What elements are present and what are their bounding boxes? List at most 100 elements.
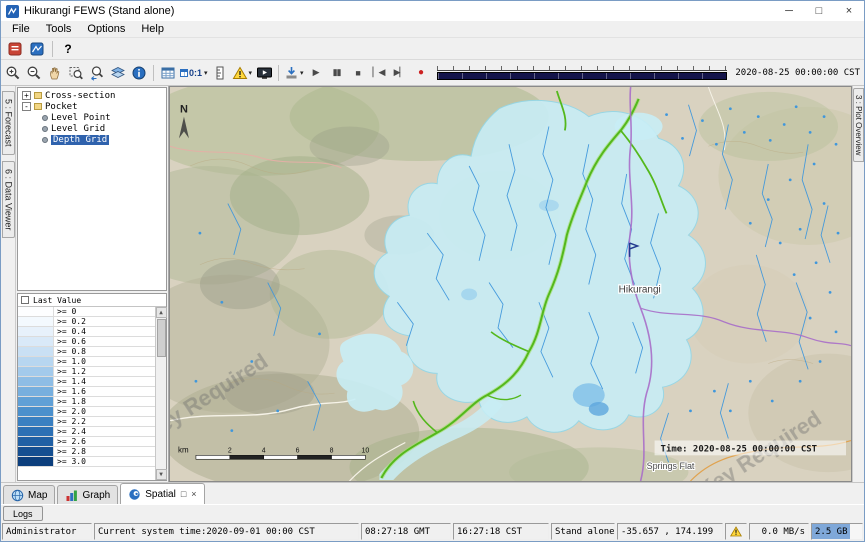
- warning-icon: [730, 526, 742, 537]
- expander-icon[interactable]: -: [22, 102, 31, 111]
- stop-icon: ■: [355, 68, 359, 78]
- legend-panel: Last Value >= 0 >= 0.2 >= 0.4 >= 0.6 >= …: [17, 293, 167, 481]
- zoom-extent-button[interactable]: [66, 63, 86, 83]
- menu-help[interactable]: Help: [133, 22, 172, 36]
- legend-label: >= 1.6: [54, 387, 86, 396]
- tab-data-viewer[interactable]: 6 : Data Viewer: [2, 161, 15, 238]
- datastore-icon: [7, 41, 23, 57]
- tab-spatial[interactable]: Spatial □ ×: [120, 483, 204, 504]
- last-value-checkbox[interactable]: [21, 296, 29, 304]
- tree-item-level-point[interactable]: Level Point: [18, 112, 166, 123]
- info-icon: [131, 65, 147, 81]
- first-step-button[interactable]: ▏◀: [369, 63, 389, 83]
- bottom-tabstrip: Map Graph Spatial □ ×: [1, 482, 864, 504]
- legend-label: >= 0.2: [54, 317, 86, 326]
- legend-swatch: [18, 367, 54, 376]
- last-step-button[interactable]: ▶▏: [390, 63, 410, 83]
- chevron-down-icon: ▾: [300, 69, 304, 77]
- tree-item-depth-grid[interactable]: Depth Grid: [18, 134, 166, 145]
- status-cst-time: 16:27:18 CST: [453, 523, 549, 540]
- pan-button[interactable]: [45, 63, 65, 83]
- map-time-label: Time: 2020-08-25 00:00:00 CST: [655, 441, 846, 456]
- scroll-thumb[interactable]: [157, 319, 166, 357]
- aggregation-value: 0:1: [189, 68, 202, 78]
- legend-row: >= 1.6: [18, 387, 155, 397]
- timeline-slider[interactable]: [437, 65, 728, 81]
- warnings-dropdown[interactable]: ▾: [231, 63, 254, 83]
- close-button[interactable]: ×: [834, 1, 864, 21]
- record-button[interactable]: ●: [411, 63, 431, 83]
- zoom-previous-button[interactable]: [87, 63, 107, 83]
- legend-swatch: [18, 327, 54, 336]
- scroll-down-icon[interactable]: ▼: [156, 469, 167, 480]
- tab-map[interactable]: Map: [3, 485, 55, 504]
- map-display-button[interactable]: [27, 39, 47, 59]
- tab-restore-icon[interactable]: □: [181, 489, 186, 499]
- menu-tools[interactable]: Tools: [38, 22, 80, 36]
- expander-icon[interactable]: +: [22, 91, 31, 100]
- record-icon: ●: [418, 67, 423, 78]
- toolbar-datetime: 2020-08-25 00:00:00 CST: [733, 68, 862, 78]
- status-memory: 2.5 GB: [811, 523, 863, 540]
- scale-tick: 10: [362, 447, 370, 454]
- info-button[interactable]: [129, 63, 149, 83]
- legend-row: >= 0.6: [18, 337, 155, 347]
- grid-display-button[interactable]: [158, 63, 178, 83]
- folder-icon: [34, 92, 42, 99]
- map-canvas[interactable]: API Key Required API Key Required N Hiku…: [170, 87, 851, 481]
- animation-screen-icon: [256, 65, 273, 81]
- legend-label: >= 2.0: [54, 407, 86, 416]
- node-dot-icon: [42, 126, 48, 132]
- folder-icon: [34, 103, 42, 110]
- status-gmt-time: 08:27:18 GMT: [361, 523, 451, 540]
- layers-button[interactable]: [108, 63, 128, 83]
- tab-close-icon[interactable]: ×: [191, 489, 196, 499]
- status-network-speed: 0.0 MB/s: [749, 523, 809, 540]
- menu-options[interactable]: Options: [79, 22, 133, 36]
- play-button[interactable]: ▶: [306, 63, 326, 83]
- scale-tick: 2: [228, 447, 232, 454]
- legend-label: >= 2.2: [54, 417, 86, 426]
- animation-display-button[interactable]: [254, 63, 274, 83]
- maximize-button[interactable]: □: [804, 1, 834, 21]
- app-window: Hikurangi FEWS (Stand alone) ─ □ × File …: [0, 0, 865, 542]
- pause-button[interactable]: ▮▮: [327, 63, 347, 83]
- tab-plot-overview[interactable]: 3 : Plot Overview: [853, 88, 864, 162]
- tree-label: Cross-section: [45, 91, 115, 101]
- stop-button[interactable]: ■: [348, 63, 368, 83]
- zoom-in-button[interactable]: [3, 63, 23, 83]
- zoom-extent-icon: [68, 65, 84, 81]
- help-button[interactable]: ?: [58, 39, 78, 59]
- export-dropdown[interactable]: ▾: [283, 63, 305, 83]
- tree-item-level-grid[interactable]: Level Grid: [18, 123, 166, 134]
- logs-button[interactable]: Logs: [3, 506, 43, 521]
- tab-forecast[interactable]: 5 : Forecast: [2, 91, 15, 155]
- aggregation-dropdown[interactable]: 0:1 ▾: [179, 63, 209, 83]
- legend-swatch: [18, 317, 54, 326]
- town-label-hikurangi: Hikurangi: [619, 284, 661, 295]
- timeline-bar[interactable]: [437, 72, 728, 80]
- aggregation-grid-icon: [180, 69, 188, 77]
- datastore-button[interactable]: [5, 39, 25, 59]
- legend-header: Last Value: [18, 294, 166, 307]
- tree-item-pocket[interactable]: - Pocket: [18, 101, 166, 112]
- scale-tick: 4: [262, 447, 266, 454]
- tree-label: Level Grid: [51, 124, 105, 134]
- status-coordinates: -35.657 , 174.199: [617, 523, 723, 540]
- menubar: File Tools Options Help: [1, 21, 864, 38]
- menu-file[interactable]: File: [4, 22, 38, 36]
- scale-tick: 6: [296, 447, 300, 454]
- status-warning[interactable]: [725, 523, 747, 540]
- titlebar: Hikurangi FEWS (Stand alone) ─ □ ×: [1, 1, 864, 21]
- legend-scrollbar[interactable]: ▲ ▼: [155, 307, 166, 480]
- scroll-up-icon[interactable]: ▲: [156, 307, 167, 318]
- toolbar-separator: [52, 41, 53, 57]
- tree-item-cross-section[interactable]: + Cross-section: [18, 90, 166, 101]
- profile-button[interactable]: [210, 63, 230, 83]
- warning-triangle-icon: [232, 65, 248, 81]
- minimize-button[interactable]: ─: [774, 1, 804, 21]
- skip-first-icon: ▏◀: [373, 67, 385, 78]
- zoom-out-button[interactable]: [24, 63, 44, 83]
- tree-label: Pocket: [45, 102, 78, 112]
- tab-graph[interactable]: Graph: [57, 485, 118, 504]
